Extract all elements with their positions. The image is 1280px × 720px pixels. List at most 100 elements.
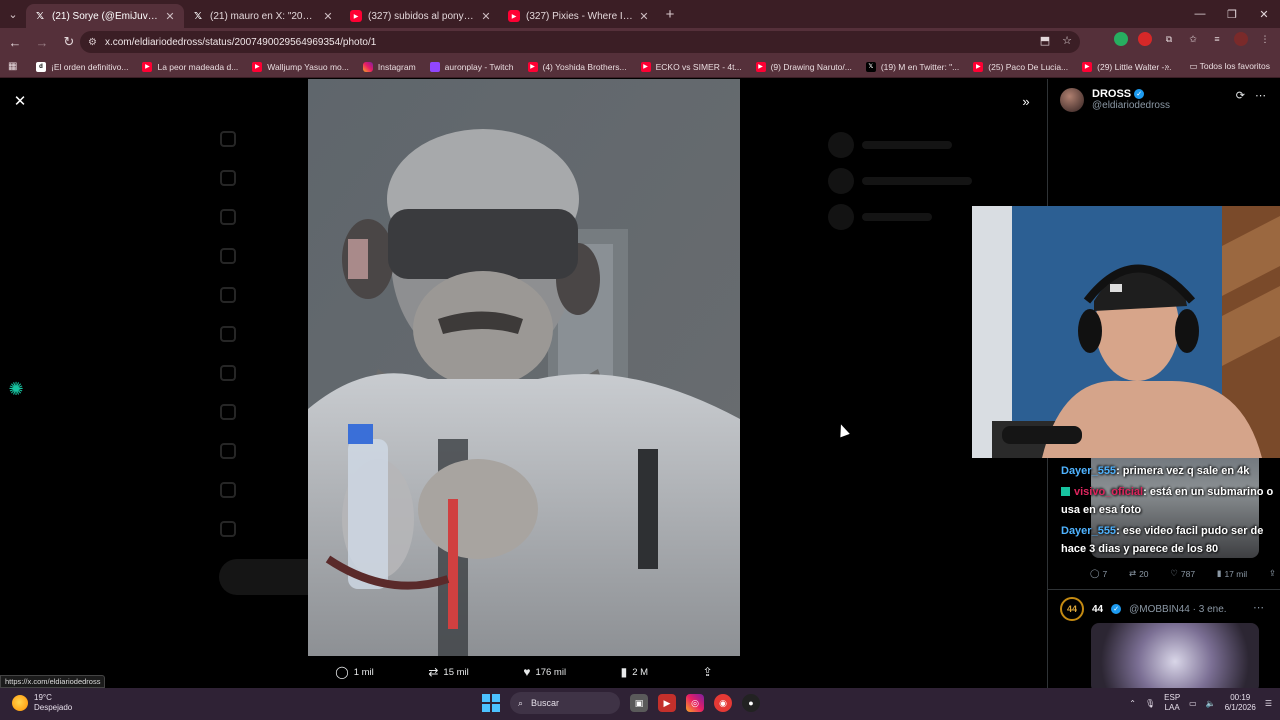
webcam-illustration — [972, 206, 1280, 458]
more-icon[interactable]: ⋯ — [1255, 89, 1266, 102]
grok-icon[interactable]: ⟳ — [1236, 89, 1245, 102]
stream-chat: Dayer_555: primera vez q sale en 4k visi… — [1061, 462, 1280, 561]
bar-chart-icon: ▮ — [620, 665, 628, 679]
webcam-overlay — [972, 206, 1280, 458]
bookmark[interactable]: Instagram — [362, 61, 416, 72]
tab-1[interactable]: 𝕏 (21) Sorye (@EmiJuvenal) / X ✕ — [26, 4, 184, 28]
tab-3[interactable]: ▶ (327) subidos al pony - YouTub ✕ — [342, 4, 500, 28]
new-tab-button[interactable]: + — [658, 6, 682, 23]
bookmark[interactable]: ▶ Walljump Yasuo mo... — [252, 61, 349, 72]
bookmark[interactable]: d ¡El orden definitivo... — [36, 61, 128, 72]
bookmarks-bar: ▦ d ¡El orden definitivo... ▶ La peor made… — [0, 56, 1280, 78]
like-button[interactable]: ♥ 176 mil — [523, 665, 566, 679]
share-button[interactable]: ⇪ — [703, 665, 713, 679]
more-icon[interactable]: ⋯ — [1253, 601, 1264, 614]
apps-icon[interactable]: ▦ — [8, 61, 22, 72]
language-indicator[interactable]: ESP LAA — [1164, 693, 1180, 713]
taskbar-search[interactable]: ⌕ Buscar — [510, 692, 620, 714]
share-icon[interactable]: ⇪ — [1269, 568, 1276, 579]
restore-icon[interactable]: ❐ — [1216, 0, 1248, 28]
clock[interactable]: 00:19 6/1/2026 — [1225, 693, 1256, 713]
repost-button[interactable]: ⇄ 15 mil — [428, 665, 468, 679]
profile-avatar[interactable] — [1234, 32, 1248, 46]
close-icon[interactable]: ✕ — [480, 10, 492, 23]
post-photo[interactable] — [308, 79, 740, 656]
youtube-icon: ▶ — [755, 61, 766, 72]
heart-icon: ♥ — [523, 665, 531, 679]
repost-button[interactable]: ⇄ 20 — [1129, 568, 1149, 579]
youtube-icon: ▶ — [1082, 61, 1093, 72]
chat-username: visivo_oficial — [1074, 486, 1144, 498]
app-icon[interactable]: ▶ — [658, 694, 676, 712]
puzzle-icon[interactable]: ⧉ — [1162, 32, 1176, 46]
bookmark[interactable]: ▶ ECKO vs SIMER - 4t... — [640, 61, 742, 72]
repost-icon: ⇄ — [428, 665, 439, 679]
avatar[interactable] — [1060, 88, 1084, 112]
twitch-icon — [429, 61, 440, 72]
notifications-icon[interactable]: ☰ — [1265, 699, 1272, 708]
bookmark-star-icon[interactable]: ☆ — [1062, 34, 1072, 47]
photo-illustration — [308, 79, 740, 656]
tab-2[interactable]: 𝕏 (21) mauro en X: "2025: grok e ✕ — [184, 4, 342, 28]
expand-panel-button[interactable]: » — [1016, 91, 1036, 111]
youtube-icon: ▶ — [508, 10, 520, 22]
x-background-nav — [220, 119, 310, 548]
chat-badge-icon — [1061, 487, 1070, 496]
minimize-icon[interactable]: — — [1184, 0, 1216, 28]
chevron-up-icon[interactable]: ⌃ — [1129, 699, 1136, 708]
tab-search-button[interactable]: ⌄ — [0, 0, 26, 28]
reply-tweet-media[interactable] — [1091, 623, 1259, 688]
avatar[interactable]: 44 — [1060, 597, 1084, 621]
close-lightbox-button[interactable]: ✕ — [10, 91, 30, 111]
extension-icon[interactable] — [1138, 32, 1152, 46]
post-author[interactable]: DROSS ✓ @eldiariodedross — [1060, 88, 1170, 112]
microphone-icon[interactable]: 🎙 — [1145, 699, 1155, 708]
bookmark[interactable]: ▶ (29) Little Walter -... — [1082, 61, 1171, 72]
bookmark[interactable]: 𝕏 (19) M en Twitter: "... — [865, 61, 959, 72]
network-icon[interactable]: ▭ — [1189, 699, 1197, 708]
status-bar-url: https://x.com/eldiariodedross — [0, 675, 106, 688]
more-bookmarks-icon[interactable]: » — [1165, 61, 1170, 72]
grok-icon[interactable]: ✺ — [4, 377, 28, 401]
bookmark[interactable]: ▶ La peor madeada d... — [142, 61, 238, 72]
views-button[interactable]: ▮ 2 M — [621, 665, 648, 679]
windows-taskbar: 19°C Despejado ⌕ Buscar ▣ ▶ ◎ ◉ ● ⌃ 🎙 ES… — [0, 688, 1280, 720]
close-icon[interactable]: ✕ — [322, 10, 334, 23]
instagram-icon[interactable]: ◎ — [686, 694, 704, 712]
x-icon: 𝕏 — [865, 61, 876, 72]
extension-icon[interactable] — [1114, 32, 1128, 46]
volume-icon[interactable]: 🔈 — [1206, 699, 1216, 708]
tab-title: (327) Pixies - Where Is My Mind — [526, 10, 634, 22]
install-icon[interactable]: ⬒ — [1040, 34, 1050, 47]
site-info-icon[interactable]: ⚙ — [88, 37, 97, 48]
close-icon[interactable]: ✕ — [164, 10, 176, 23]
chat-message: Dayer_555: primera vez q sale en 4k — [1061, 465, 1250, 477]
address-bar[interactable]: ⚙ x.com/eldiariodedross/status/200749002… — [80, 31, 1080, 53]
all-bookmarks-button[interactable]: ▭ Todos los favoritos — [1189, 61, 1270, 72]
reply-button[interactable]: ◯ 1 mil — [335, 665, 374, 679]
tab-4[interactable]: ▶ (327) Pixies - Where Is My Mind ✕ — [500, 4, 658, 28]
like-button[interactable]: ♡ 787 — [1170, 568, 1195, 579]
windows-start-icon[interactable] — [482, 694, 500, 712]
chrome-icon[interactable]: ◉ — [714, 694, 732, 712]
bookmark[interactable]: auronplay - Twitch — [429, 61, 514, 72]
close-icon[interactable]: ✕ — [638, 10, 650, 23]
forward-button[interactable]: → — [30, 30, 54, 54]
bookmark[interactable]: ▶ (4) Yoshida Brothers... — [527, 61, 627, 72]
reload-button[interactable]: ↻ — [57, 30, 81, 54]
reply-tweet-header[interactable]: 44 44 ✓ @MOBBIN44 · 3 ene. — [1060, 597, 1227, 621]
menu-icon[interactable]: ⋮ — [1258, 32, 1272, 46]
favorites-icon[interactable]: ✩ — [1186, 32, 1200, 46]
task-view-icon[interactable]: ▣ — [630, 694, 648, 712]
media-icon[interactable]: ≡ — [1210, 32, 1224, 46]
bookmark[interactable]: ▶ (9) Drawing Naruto/... — [755, 61, 852, 72]
youtube-icon: ▶ — [350, 10, 362, 22]
weather-widget[interactable]: 19°C Despejado — [12, 693, 72, 713]
close-window-icon[interactable]: ✕ — [1248, 0, 1280, 28]
back-button[interactable]: ← — [3, 30, 27, 54]
app-icon[interactable]: ● — [742, 694, 760, 712]
views-button[interactable]: ▮ 17 mil — [1217, 568, 1247, 579]
bookmark[interactable]: ▶ (25) Paco De Lucia... — [973, 61, 1068, 72]
post-action-bar: ◯ 1 mil ⇄ 15 mil ♥ 176 mil ▮ 2 M ⇪ — [308, 661, 740, 683]
reply-button[interactable]: ◯ 7 — [1090, 568, 1107, 579]
